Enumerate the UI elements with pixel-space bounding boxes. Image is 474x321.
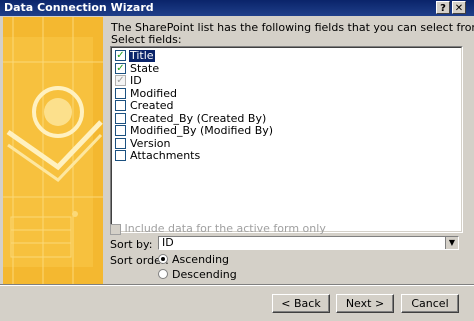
title-bar: Data Connection Wizard ? ✕ — [0, 0, 474, 16]
checkbox-checked-icon[interactable]: ✓ — [115, 50, 126, 61]
sort-by-label: Sort by: — [110, 238, 153, 251]
cancel-button[interactable]: Cancel — [401, 294, 459, 313]
close-button[interactable]: ✕ — [452, 1, 466, 14]
checkbox-icon[interactable] — [115, 113, 126, 124]
wizard-content: The SharePoint list has the following fi… — [103, 17, 474, 284]
field-label: Title — [128, 49, 156, 63]
checkbox-icon[interactable] — [115, 100, 126, 111]
fields-list: ✓ Title ✓ State ✓ ID Modified Created Cr… — [111, 47, 462, 232]
sort-by-select[interactable]: ID ▼ — [158, 236, 459, 250]
checkbox-icon[interactable] — [115, 88, 126, 99]
back-button[interactable]: < Back — [272, 294, 330, 313]
include-active-form-checkbox: Include data for the active form only — [110, 222, 326, 235]
checkbox-icon[interactable] — [115, 138, 126, 149]
dropdown-arrow-icon[interactable]: ▼ — [445, 237, 458, 249]
include-active-form-label: Include data for the active form only — [124, 222, 326, 235]
next-button[interactable]: Next > — [336, 294, 394, 313]
wizard-banner-art — [3, 17, 103, 284]
field-label: Modified_By (Modified By) — [130, 124, 274, 137]
checkbox-checked-icon[interactable]: ✓ — [115, 63, 126, 74]
sort-ascending-radio[interactable]: Ascending — [158, 254, 358, 266]
sort-by-value: ID — [162, 236, 174, 249]
window-title: Data Connection Wizard — [4, 1, 154, 14]
select-fields-label: Select fields: — [111, 33, 182, 46]
sort-descending-label: Descending — [172, 268, 237, 281]
button-separator — [0, 284, 474, 286]
field-label: ID — [130, 74, 142, 87]
sort-descending-radio[interactable]: Descending — [158, 269, 358, 281]
checkbox-disabled-checked-icon: ✓ — [115, 75, 126, 86]
radio-selected-icon[interactable] — [158, 254, 168, 264]
decorative-pattern-icon — [3, 17, 103, 284]
checkbox-disabled-icon — [110, 223, 121, 235]
checkbox-icon[interactable] — [115, 150, 126, 161]
field-label: Created — [130, 99, 174, 112]
field-label: Attachments — [130, 149, 201, 162]
sort-ascending-label: Ascending — [172, 253, 230, 266]
checkbox-icon[interactable] — [115, 125, 126, 136]
fields-listbox[interactable]: ✓ Title ✓ State ✓ ID Modified Created Cr… — [110, 46, 463, 233]
help-button[interactable]: ? — [436, 1, 450, 14]
radio-icon[interactable] — [158, 269, 168, 279]
